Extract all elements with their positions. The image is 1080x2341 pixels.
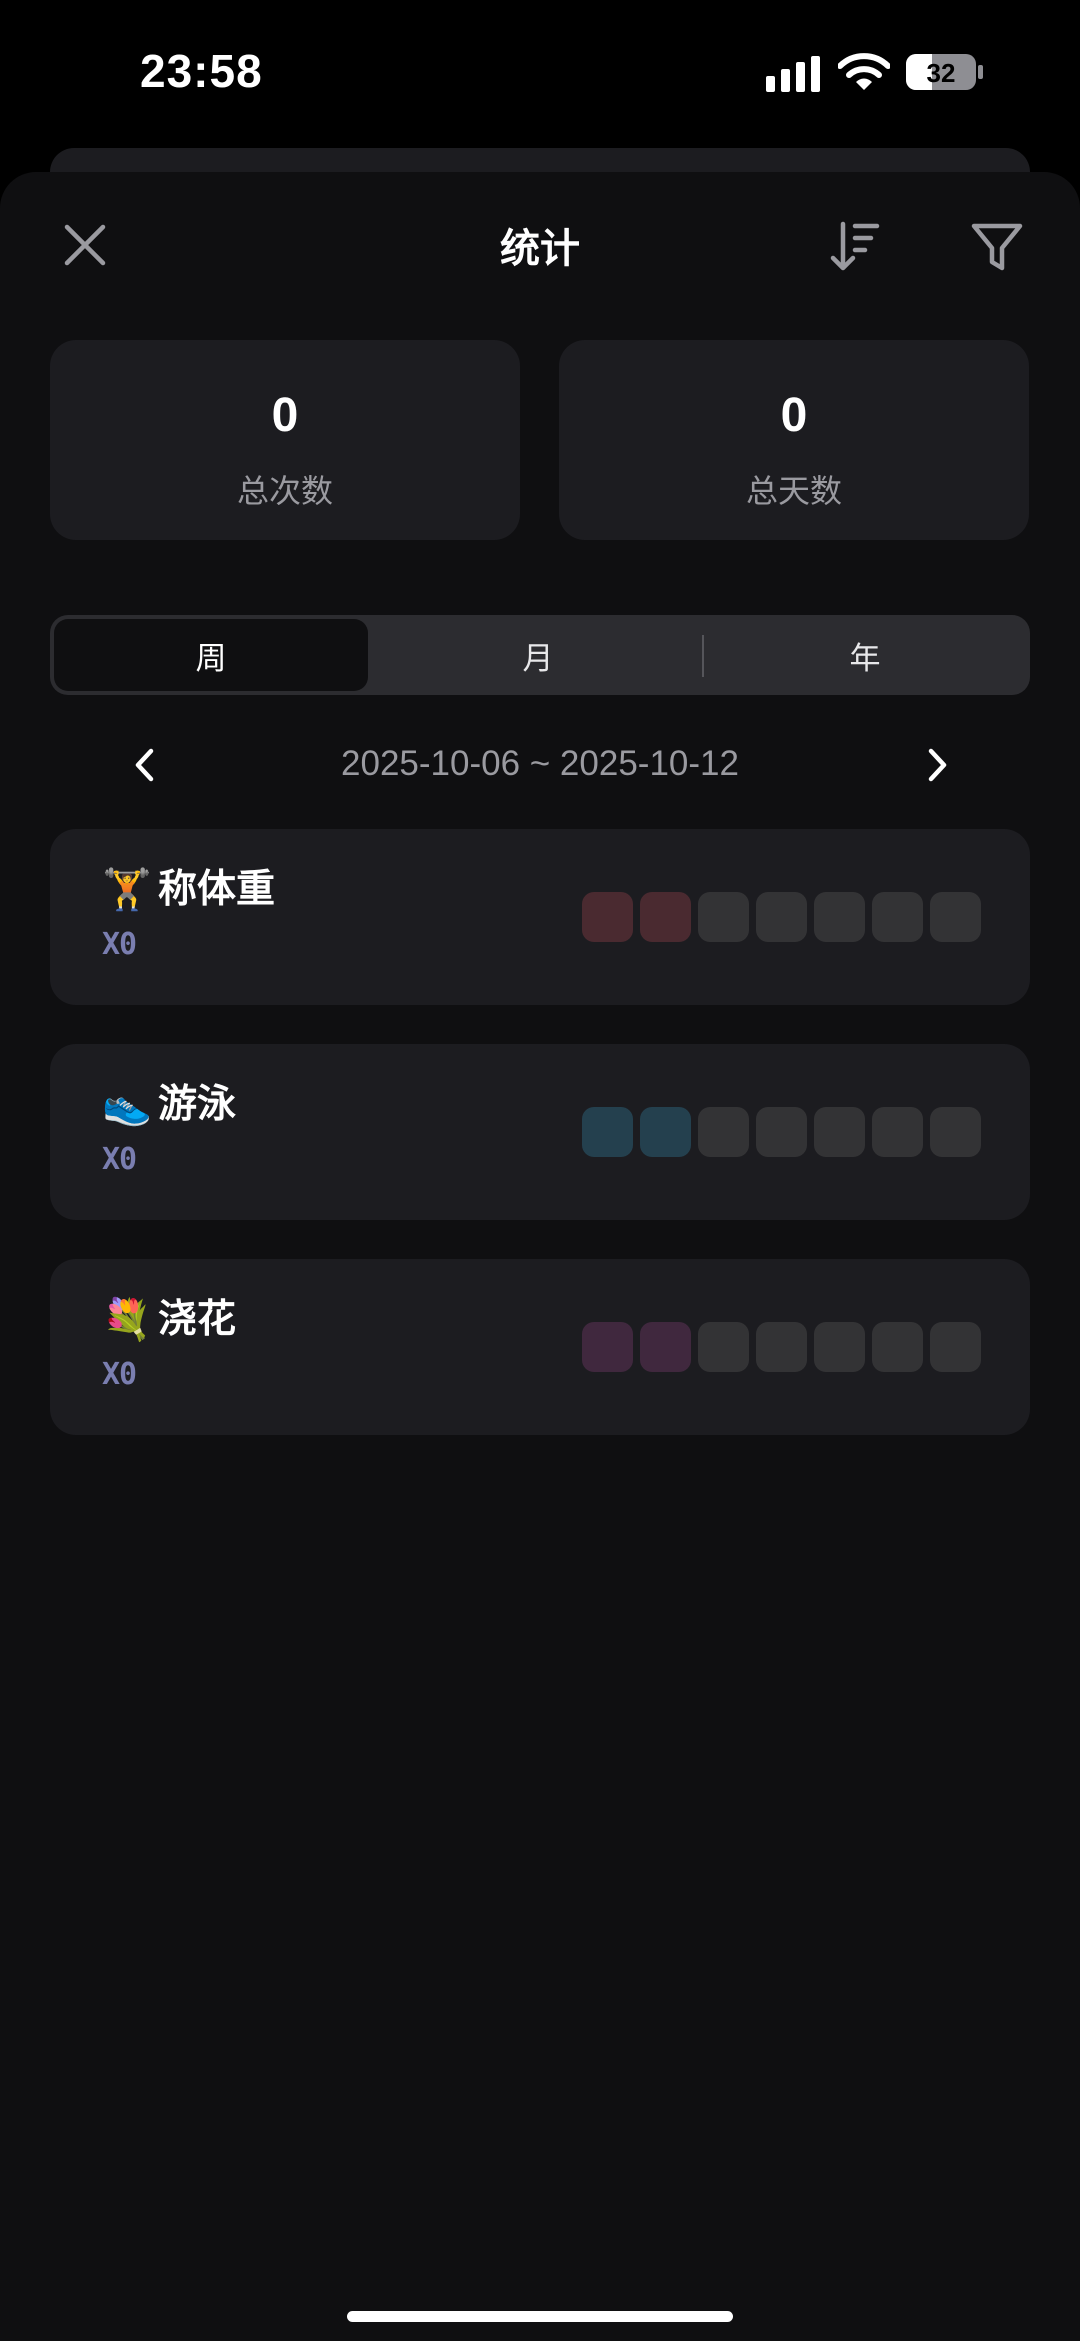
day-cell xyxy=(930,892,981,942)
statistics-sheet: 统计 0 总次数 0 总天数 周 月 年 2025-10-06 ~ 2025-1… xyxy=(0,172,1080,2341)
week-days-row xyxy=(582,1107,982,1157)
day-cell xyxy=(582,1107,633,1157)
next-period-button[interactable] xyxy=(912,740,962,790)
segment-year[interactable]: 年 xyxy=(704,619,1026,691)
day-cell xyxy=(582,1322,633,1372)
day-cell xyxy=(814,1107,865,1157)
day-cell xyxy=(698,1107,749,1157)
total-days-value: 0 xyxy=(780,389,808,442)
segment-week[interactable]: 周 xyxy=(54,619,368,691)
day-cell xyxy=(756,1107,807,1157)
total-times-value: 0 xyxy=(271,389,299,442)
total-days-label: 总天数 xyxy=(745,473,842,509)
day-cell xyxy=(872,1322,923,1372)
day-cell xyxy=(640,892,691,942)
habit-name: 游泳 xyxy=(158,1083,237,1126)
day-cell xyxy=(872,892,923,942)
habit-card-swim[interactable]: 👟 游泳 X0 xyxy=(50,1044,1030,1220)
wifi-icon xyxy=(838,53,890,90)
habit-count: X0 xyxy=(102,1142,137,1177)
battery-level: 32 xyxy=(927,58,956,88)
weightlifting-icon: 🏋️ xyxy=(102,868,152,912)
date-navigation: 2025-10-06 ~ 2025-10-12 xyxy=(0,732,1080,796)
total-times-label: 总次数 xyxy=(236,473,333,509)
total-days-card: 0 总天数 xyxy=(559,340,1029,540)
week-days-row xyxy=(582,1322,982,1372)
home-indicator xyxy=(347,2311,733,2322)
habit-name: 浇花 xyxy=(158,1298,237,1341)
habit-card-weigh[interactable]: 🏋️ 称体重 X0 xyxy=(50,829,1030,1005)
day-cell xyxy=(640,1107,691,1157)
sheet-header: 统计 xyxy=(0,172,1080,312)
sort-button[interactable] xyxy=(820,212,890,282)
day-cell xyxy=(930,1107,981,1157)
day-cell xyxy=(756,1322,807,1372)
status-time: 23:58 xyxy=(140,45,263,97)
bouquet-icon: 💐 xyxy=(102,1298,152,1342)
habit-name: 称体重 xyxy=(158,868,276,911)
day-cell xyxy=(640,1322,691,1372)
habit-count: X0 xyxy=(102,1357,137,1392)
segment-month[interactable]: 月 xyxy=(372,619,704,691)
habit-card-water-flowers[interactable]: 💐 浇花 X0 xyxy=(50,1259,1030,1435)
chevron-right-icon xyxy=(928,748,947,782)
sneaker-icon: 👟 xyxy=(102,1083,152,1127)
period-segmented-control: 周 月 年 xyxy=(50,615,1030,695)
day-cell xyxy=(698,892,749,942)
day-cell xyxy=(930,1322,981,1372)
cellular-signal-icon xyxy=(766,56,820,92)
habit-count: X0 xyxy=(102,927,137,962)
battery-icon: 32 xyxy=(906,54,983,90)
day-cell xyxy=(698,1322,749,1372)
filter-icon xyxy=(971,223,1023,271)
week-days-row xyxy=(582,892,982,942)
day-cell xyxy=(814,892,865,942)
status-bar: 23:58 32 xyxy=(0,0,1080,150)
screen: 23:58 32 统计 0 总次数 0 总天数 周 月 年 2025-10-06… xyxy=(0,0,1080,2341)
filter-button[interactable] xyxy=(962,212,1032,282)
day-cell xyxy=(756,892,807,942)
total-times-card: 0 总次数 xyxy=(50,340,520,540)
sort-icon xyxy=(830,221,880,271)
day-cell xyxy=(872,1107,923,1157)
day-cell xyxy=(582,892,633,942)
day-cell xyxy=(814,1322,865,1372)
page-title: 统计 xyxy=(500,227,580,271)
